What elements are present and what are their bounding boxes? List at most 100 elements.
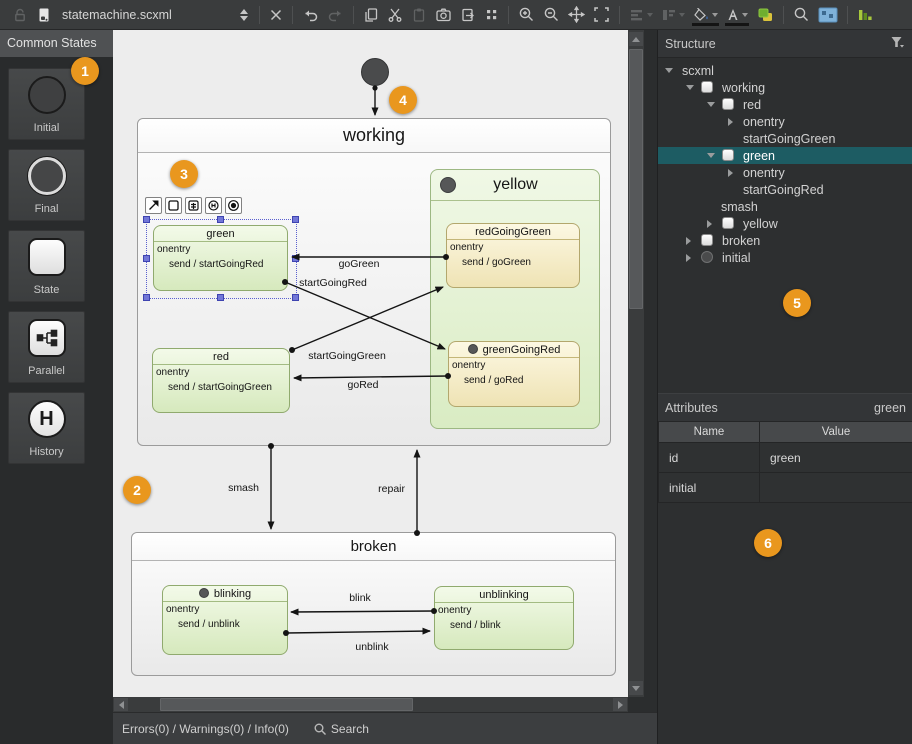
- chevron-right-icon[interactable]: [728, 118, 733, 126]
- tree-item-onentry-red[interactable]: onentry: [658, 113, 912, 130]
- common-states-panel: Common States Initial Final State Parall…: [0, 30, 113, 744]
- create-parallel-icon[interactable]: [185, 197, 202, 214]
- transition-smash-label[interactable]: smash: [228, 482, 259, 494]
- search-toggle[interactable]: Search: [313, 722, 369, 736]
- tree-item-smash[interactable]: smash: [658, 198, 912, 215]
- close-icon[interactable]: [265, 2, 287, 28]
- create-history-icon[interactable]: [205, 197, 222, 214]
- screenshot-icon[interactable]: [431, 2, 456, 28]
- vertical-scroll-thumb[interactable]: [629, 49, 643, 309]
- statistics-icon[interactable]: [853, 2, 877, 28]
- zoom-in-icon[interactable]: [514, 2, 539, 28]
- chevron-down-icon[interactable]: [707, 153, 715, 158]
- chevron-down-icon[interactable]: [665, 68, 673, 73]
- state-working-header[interactable]: working: [138, 119, 610, 153]
- tree-item-yellow[interactable]: yellow: [658, 215, 912, 232]
- chevron-right-icon[interactable]: [686, 254, 691, 262]
- tree-item-green[interactable]: green: [658, 147, 912, 164]
- tab-title[interactable]: statemachine.scxml: [56, 8, 234, 22]
- chevron-right-icon[interactable]: [728, 169, 733, 177]
- tree-item-initial[interactable]: initial: [658, 249, 912, 266]
- create-transition-icon[interactable]: [145, 197, 162, 214]
- scroll-left-button[interactable]: [114, 698, 128, 711]
- tree-item-startGoingRed[interactable]: startGoingRed: [658, 181, 912, 198]
- horizontal-scroll-thumb[interactable]: [160, 698, 413, 711]
- transition-initial[interactable]: [372, 85, 377, 115]
- attribute-value[interactable]: [760, 473, 912, 503]
- state-unblinking[interactable]: unblinking onentry send / blink: [434, 586, 574, 650]
- create-state-icon[interactable]: [165, 197, 182, 214]
- pan-icon[interactable]: [564, 2, 589, 28]
- attribute-value[interactable]: green: [760, 443, 912, 473]
- fit-to-screen-icon[interactable]: [589, 2, 614, 28]
- state-icon: [722, 98, 734, 110]
- tree-item-scxml[interactable]: scxml: [658, 62, 912, 79]
- paste-icon[interactable]: [407, 2, 431, 28]
- initial-state-node[interactable]: [361, 58, 389, 86]
- scroll-up-button[interactable]: [629, 32, 643, 46]
- palette-item-history[interactable]: H History: [8, 392, 85, 464]
- undo-icon[interactable]: [298, 2, 323, 28]
- create-final-icon[interactable]: [225, 197, 242, 214]
- palette-item-parallel[interactable]: Parallel: [8, 311, 85, 383]
- callout-badge-6: 6: [754, 529, 782, 557]
- lock-icon[interactable]: [8, 2, 32, 28]
- state-blinking[interactable]: blinking onentry send / unblink: [162, 585, 288, 655]
- tab-switcher-spinner[interactable]: [234, 2, 254, 28]
- state-color-icon[interactable]: [752, 2, 778, 28]
- canvas-horizontal-scrollbar[interactable]: [113, 697, 628, 712]
- state-green[interactable]: green onentry send / startGoingRed: [153, 225, 288, 291]
- selection-handle[interactable]: [292, 216, 299, 223]
- scroll-down-button[interactable]: [629, 681, 643, 695]
- attributes-table: Name Value id green initial: [658, 422, 912, 503]
- tree-item-red[interactable]: red: [658, 96, 912, 113]
- tree-item-working[interactable]: working: [658, 79, 912, 96]
- callout-badge-1: 1: [71, 57, 99, 85]
- state-greenGoingRed[interactable]: greenGoingRed onentry send / goRed: [448, 341, 580, 407]
- onentry-action: send / startGoingGreen: [156, 382, 286, 393]
- cut-icon[interactable]: [383, 2, 407, 28]
- tree-item-startGoingGreen[interactable]: startGoingGreen: [658, 130, 912, 147]
- align-states-icon[interactable]: [625, 2, 657, 28]
- issues-toggle[interactable]: Errors(0) / Warnings(0) / Info(0): [122, 722, 289, 736]
- chevron-right-icon[interactable]: [707, 220, 712, 228]
- zoom-out-icon[interactable]: [539, 2, 564, 28]
- state-red[interactable]: red onentry send / startGoingGreen: [152, 348, 290, 413]
- selection-handle[interactable]: [143, 216, 150, 223]
- filter-icon[interactable]: [890, 35, 905, 52]
- onentry-label: onentry: [438, 605, 570, 616]
- chevron-right-icon[interactable]: [686, 237, 691, 245]
- tree-item-broken[interactable]: broken: [658, 232, 912, 249]
- transition-smash[interactable]: smash: [228, 443, 274, 529]
- font-color-icon[interactable]: [722, 2, 752, 28]
- selection-handle[interactable]: [143, 255, 150, 262]
- palette-item-state[interactable]: State: [8, 230, 85, 302]
- state-redGoingGreen[interactable]: redGoingGreen onentry send / goGreen: [446, 223, 580, 288]
- transition-repair-label[interactable]: repair: [378, 483, 405, 495]
- selection-handle[interactable]: [217, 294, 224, 301]
- selection-handle[interactable]: [292, 294, 299, 301]
- tree-item-onentry-green[interactable]: onentry: [658, 164, 912, 181]
- parallel-state-icon: [28, 319, 66, 357]
- export-icon[interactable]: [456, 2, 480, 28]
- state-broken-header[interactable]: broken: [132, 533, 615, 561]
- selection-handle[interactable]: [292, 255, 299, 262]
- selection-handle[interactable]: [217, 216, 224, 223]
- state-yellow-header[interactable]: yellow: [431, 170, 599, 201]
- adjust-states-icon[interactable]: [657, 2, 689, 28]
- redo-icon[interactable]: [323, 2, 348, 28]
- palette-item-final[interactable]: Final: [8, 149, 85, 221]
- fill-color-icon[interactable]: [689, 2, 722, 28]
- chevron-down-icon[interactable]: [686, 85, 694, 90]
- scroll-right-button[interactable]: [613, 698, 627, 711]
- canvas-vertical-scrollbar[interactable]: [628, 30, 644, 697]
- selection-handle[interactable]: [143, 294, 150, 301]
- chevron-down-icon[interactable]: [707, 102, 715, 107]
- search-icon[interactable]: [789, 2, 814, 28]
- common-states-header: Common States: [0, 30, 113, 57]
- grid-dots-icon[interactable]: [480, 2, 503, 28]
- initial-state-icon: [701, 251, 713, 263]
- navigator-icon[interactable]: [814, 2, 842, 28]
- transition-repair[interactable]: repair: [378, 450, 420, 536]
- copy-icon[interactable]: [359, 2, 383, 28]
